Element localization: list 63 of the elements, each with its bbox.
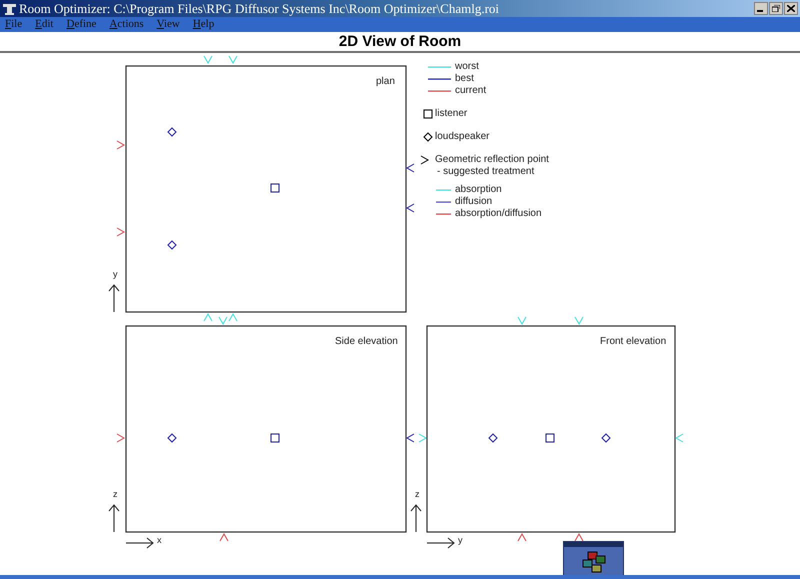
menu-item[interactable]: Define <box>66 19 96 30</box>
loudspeaker-icon <box>488 433 498 443</box>
restore-icon <box>772 5 780 12</box>
axis-label: y <box>113 270 118 279</box>
menu-item[interactable]: View <box>156 19 180 30</box>
reflection-mark <box>518 533 526 542</box>
reflection-mark <box>518 316 526 325</box>
reflection-mark <box>406 164 414 172</box>
axis-arrow <box>108 504 120 532</box>
reflection-mark <box>204 56 212 64</box>
reflection-mark <box>574 533 584 542</box>
view-label: plan <box>376 77 395 87</box>
listener-icon <box>546 434 554 442</box>
menu-item[interactable]: File <box>5 19 22 30</box>
loudspeaker-icon <box>423 132 433 142</box>
listener-icon <box>270 184 280 192</box>
legend-label: current <box>455 86 486 96</box>
legend-label: absorption/diffusion <box>455 209 542 219</box>
window-title: Room Optimizer: C:\Program Files\RPG Diffusor Systems Inc\Room Optimizer\Chamlg.roi <box>19 2 500 15</box>
axis-label: x <box>157 536 162 545</box>
legend-label: worst <box>455 62 479 72</box>
minimized-window-tile[interactable] <box>563 541 624 577</box>
loudspeaker-icon <box>601 433 611 443</box>
reflection-mark <box>574 316 584 325</box>
listener-icon <box>424 110 432 118</box>
loudspeaker-icon <box>167 433 177 443</box>
menu-item[interactable]: Help <box>192 19 214 30</box>
reflection-mark <box>116 434 125 442</box>
axis-arrow <box>108 284 120 312</box>
minimize-button[interactable] <box>754 2 768 15</box>
reflection-mark <box>220 533 228 542</box>
axis-label: z <box>113 490 118 499</box>
legend-label: diffusion <box>455 197 492 207</box>
loudspeaker-icon <box>167 240 177 250</box>
view-heading: 2D View of Room <box>338 34 462 49</box>
legend-note: - suggested treatment <box>437 167 534 177</box>
legend-label: best <box>455 74 474 84</box>
reflection-mark <box>116 140 125 150</box>
legend-label: loudspeaker <box>435 132 490 142</box>
chevron-icon <box>420 156 429 164</box>
app-icon <box>3 2 16 14</box>
legend-label: listener <box>435 109 468 119</box>
reflection-mark <box>116 228 125 236</box>
legend-label: Geometric reflection point <box>435 155 549 165</box>
legend-label: absorption <box>455 185 502 195</box>
axis-arrow <box>126 538 154 548</box>
reflection-mark <box>406 204 414 212</box>
menu-item[interactable]: Edit <box>35 19 54 30</box>
axis-arrow <box>426 538 455 548</box>
menu-item[interactable]: Actions <box>109 19 144 30</box>
view-label: Side elevation <box>335 337 398 347</box>
axis-arrow <box>410 504 422 532</box>
listener-icon <box>270 434 280 442</box>
reflection-mark <box>675 434 684 442</box>
windows-icon <box>582 550 606 572</box>
close-button[interactable] <box>784 2 798 15</box>
restore-button[interactable] <box>769 2 783 15</box>
axis-label: z <box>415 490 420 499</box>
close-icon <box>787 5 795 12</box>
axis-label: y <box>458 536 462 545</box>
reflection-mark <box>228 56 238 64</box>
view-label: Front elevation <box>600 337 666 347</box>
loudspeaker-icon <box>167 127 177 137</box>
